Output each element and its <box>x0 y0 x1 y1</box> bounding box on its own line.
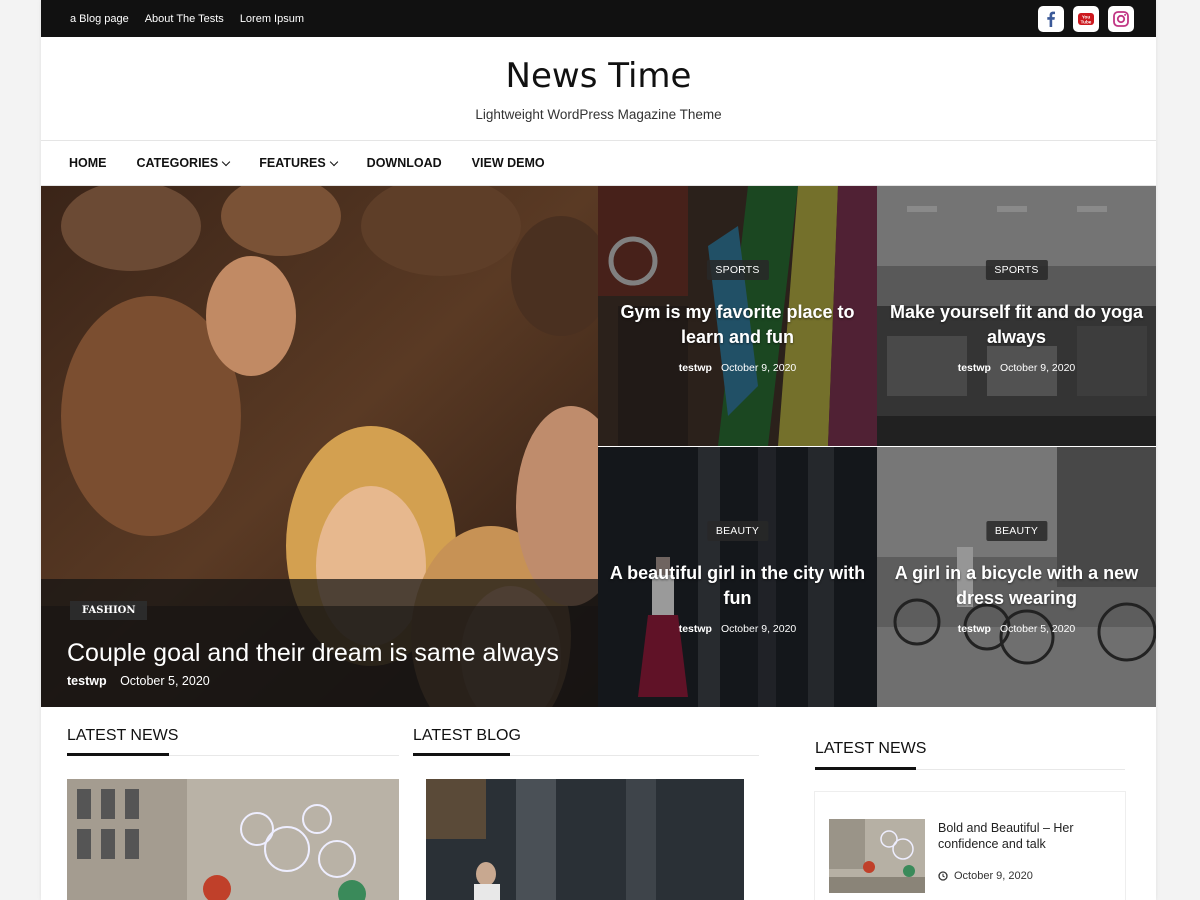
heading-underline <box>413 753 510 756</box>
clock-icon <box>938 871 948 881</box>
featured-small-card[interactable]: BEAUTY A beautiful girl in the city with… <box>598 447 877 707</box>
site-description: Lightweight WordPress Magazine Theme <box>475 107 722 122</box>
post-author[interactable]: testwp <box>67 674 107 688</box>
post-meta: testwp October 9, 2020 <box>598 623 877 635</box>
nav-view-demo[interactable]: VIEW DEMO <box>472 156 545 170</box>
nav-home[interactable]: HOME <box>69 156 107 170</box>
post-author[interactable]: testwp <box>958 362 991 374</box>
sidebar-post-card[interactable]: Bold and Beautiful – Her confidence and … <box>814 791 1126 900</box>
svg-text:Tube: Tube <box>1081 19 1092 24</box>
post-author[interactable]: testwp <box>679 623 712 635</box>
post-meta: October 9, 2020 <box>938 870 1033 882</box>
chevron-down-icon <box>329 157 338 166</box>
top-link-blog[interactable]: a Blog page <box>70 13 129 25</box>
latest-blog-heading: LATEST BLOG <box>413 727 521 744</box>
latest-news-image <box>67 779 399 900</box>
nav-features-label: FEATURES <box>259 156 326 170</box>
post-date: October 9, 2020 <box>999 362 1076 374</box>
post-meta: testwp October 5, 2020 <box>877 623 1156 635</box>
instagram-icon[interactable] <box>1108 5 1134 32</box>
latest-blog-image <box>426 779 744 900</box>
nav-categories[interactable]: CATEGORIES <box>136 156 231 170</box>
category-badge[interactable]: FASHION <box>70 601 148 620</box>
top-bar: a Blog page About The Tests Lorem Ipsum … <box>41 0 1156 37</box>
social-links: You Tube <box>1038 5 1134 32</box>
post-meta: testwp October 9, 2020 <box>877 362 1156 374</box>
site-title[interactable]: News Time <box>41 37 1156 96</box>
sidebar-post-thumbnail[interactable] <box>829 819 925 893</box>
top-links: a Blog page About The Tests Lorem Ipsum <box>70 13 304 25</box>
sidebar-post-title[interactable]: Bold and Beautiful – Her confidence and … <box>938 820 1108 852</box>
top-link-about[interactable]: About The Tests <box>145 13 224 25</box>
post-title[interactable]: Gym is my favorite place to learn and fu… <box>608 300 867 350</box>
nav-categories-label: CATEGORIES <box>136 156 219 170</box>
facebook-icon[interactable] <box>1038 5 1064 32</box>
featured-small-card[interactable]: SPORTS Gym is my favorite place to learn… <box>598 186 877 446</box>
post-date: October 9, 2020 <box>720 623 797 635</box>
category-badge[interactable]: BEAUTY <box>706 521 769 541</box>
featured-big-title[interactable]: Couple goal and their dream is same alwa… <box>67 638 559 668</box>
heading-underline <box>815 767 916 770</box>
category-label: FASHION <box>82 605 136 616</box>
top-link-lorem[interactable]: Lorem Ipsum <box>240 13 304 25</box>
nav-download-label: DOWNLOAD <box>366 156 442 170</box>
post-title[interactable]: A girl in a bicycle with a new dress wea… <box>887 561 1146 611</box>
nav-view-demo-label: VIEW DEMO <box>471 156 545 170</box>
latest-blog-thumbnail[interactable] <box>426 779 744 900</box>
post-date: October 5, 2020 <box>120 674 210 688</box>
featured-big-card[interactable]: FASHION Couple goal and their dream is s… <box>41 186 598 707</box>
page-wrapper: a Blog page About The Tests Lorem Ipsum … <box>41 0 1156 900</box>
latest-news-heading: LATEST NEWS <box>67 727 179 744</box>
post-date: October 9, 2020 <box>720 362 797 374</box>
post-meta: testwp October 9, 2020 <box>598 362 877 374</box>
category-label: SPORTS <box>994 264 1039 276</box>
category-label: SPORTS <box>715 264 760 276</box>
post-date: October 5, 2020 <box>999 623 1076 635</box>
featured-small-card[interactable]: SPORTS Make yourself fit and do yoga alw… <box>877 186 1156 446</box>
nav-download[interactable]: DOWNLOAD <box>367 156 442 170</box>
category-badge[interactable]: BEAUTY <box>985 521 1048 541</box>
sidebar-post-image <box>829 819 925 893</box>
post-title[interactable]: A beautiful girl in the city with fun <box>608 561 867 611</box>
post-author[interactable]: testwp <box>958 623 991 635</box>
category-label: BEAUTY <box>994 525 1039 537</box>
main-nav: HOME CATEGORIES FEATURES DOWNLOAD VIEW D… <box>41 141 1156 186</box>
site-header: News Time Lightweight WordPress Magazine… <box>41 37 1156 141</box>
category-badge[interactable]: SPORTS <box>985 260 1048 280</box>
latest-news-thumbnail[interactable] <box>67 779 399 900</box>
featured-small-card[interactable]: BEAUTY A girl in a bicycle with a new dr… <box>877 447 1156 707</box>
post-author[interactable]: testwp <box>679 362 712 374</box>
post-title[interactable]: Make yourself fit and do yoga always <box>887 300 1146 350</box>
heading-underline <box>67 753 169 756</box>
sidebar-latest-news-heading: LATEST NEWS <box>815 740 927 757</box>
post-date: October 9, 2020 <box>954 870 1033 882</box>
category-label: BEAUTY <box>715 525 760 537</box>
youtube-icon[interactable]: You Tube <box>1073 5 1099 32</box>
nav-features[interactable]: FEATURES <box>259 156 338 170</box>
chevron-down-icon <box>221 157 231 166</box>
nav-home-label: HOME <box>69 156 107 170</box>
post-meta: testwp October 5, 2020 <box>67 674 210 688</box>
featured-grid: FASHION Couple goal and their dream is s… <box>41 186 1156 707</box>
category-badge[interactable]: SPORTS <box>706 260 769 280</box>
